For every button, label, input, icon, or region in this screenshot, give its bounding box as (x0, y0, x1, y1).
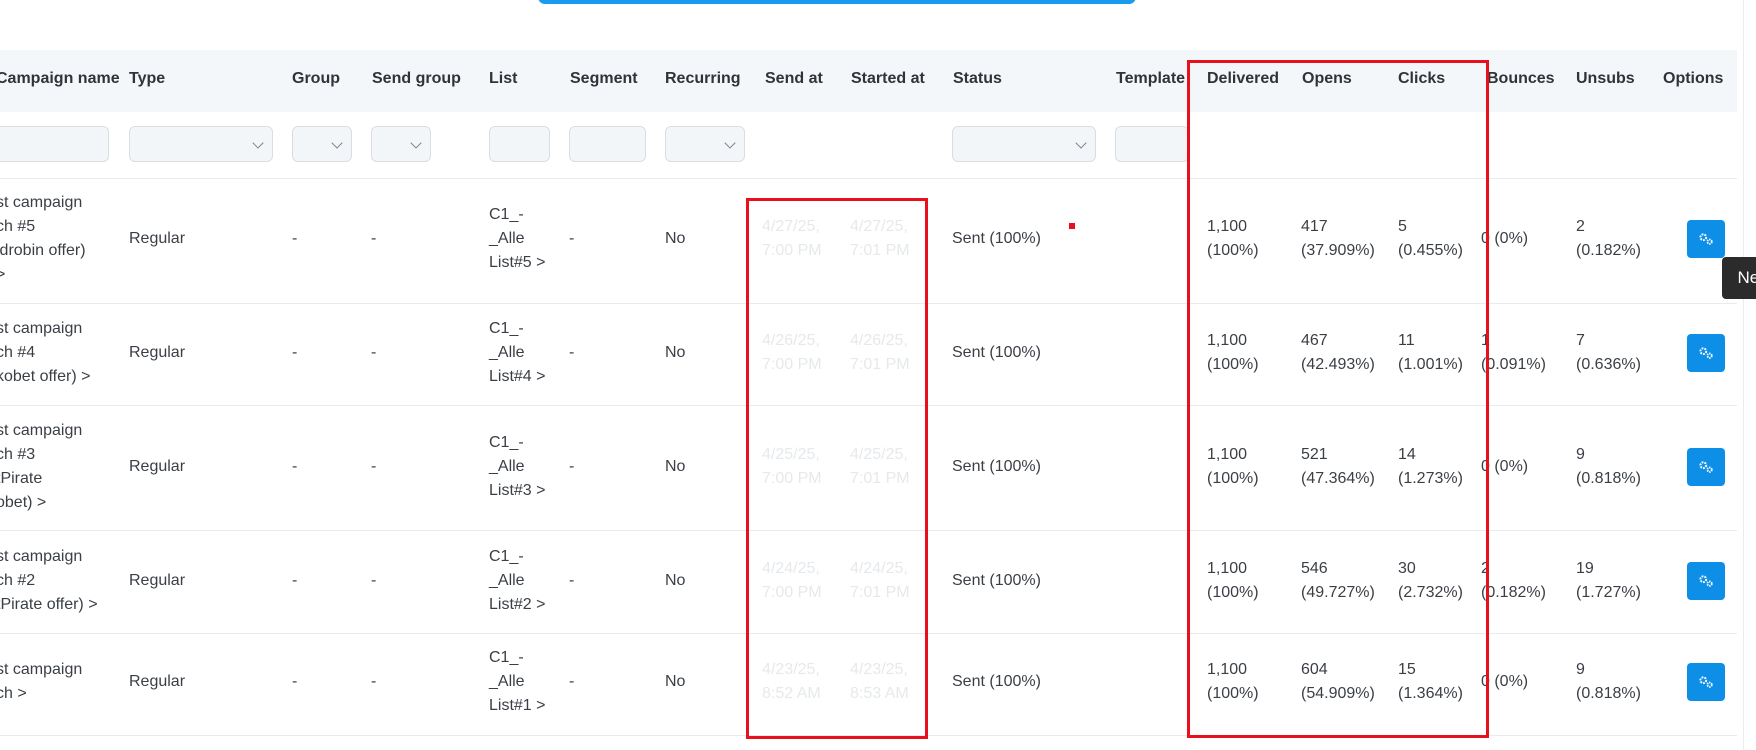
list-link[interactable]: C1_- _Alle List#1 > (489, 646, 545, 718)
col-unsubs[interactable]: Unsubs (1576, 70, 1635, 88)
primary-action-bar[interactable] (538, 0, 1136, 4)
col-send-group[interactable]: Send group (372, 70, 461, 88)
unsubs-cell: 9 (0.818%) (1576, 446, 1641, 487)
bounces-cell: 1 (0.091%) (1481, 332, 1546, 373)
col-template[interactable]: Template (1116, 70, 1185, 88)
segment-cell: - (569, 458, 575, 475)
filter-type-select[interactable] (129, 126, 273, 162)
filter-list[interactable] (489, 126, 550, 162)
highlight-box-metrics (1187, 60, 1489, 738)
group-cell: - (292, 673, 298, 690)
status-cell: Sent (100%) (952, 673, 1041, 690)
send-group-cell: - (371, 230, 377, 247)
type-cell: Regular (129, 230, 186, 247)
campaign-name-link[interactable]: st campaign ch #5 ldrobin offer) > (0, 191, 86, 287)
list-link[interactable]: C1_- _Alle List#4 > (489, 317, 545, 389)
list-link[interactable]: C1_- _Alle List#5 > (489, 203, 545, 275)
recurring-cell: No (665, 572, 686, 589)
filter-status-select[interactable] (952, 126, 1096, 162)
group-cell: - (292, 572, 298, 589)
annotation-dot (1069, 223, 1075, 229)
gears-icon (1699, 575, 1713, 587)
col-list[interactable]: List (489, 70, 517, 88)
filter-group-select[interactable] (292, 126, 352, 162)
col-send-at[interactable]: Send at (765, 70, 823, 88)
status-cell: Sent (100%) (952, 344, 1041, 361)
group-cell: - (292, 344, 298, 361)
gears-icon (1699, 347, 1713, 359)
gears-icon (1699, 676, 1713, 688)
status-cell: Sent (100%) (952, 572, 1041, 589)
recurring-cell: No (665, 230, 686, 247)
recurring-cell: No (665, 673, 686, 690)
unsubs-cell: 19 (1.727%) (1576, 560, 1641, 601)
group-cell: - (292, 230, 298, 247)
segment-cell: - (569, 230, 575, 247)
col-recurring[interactable]: Recurring (665, 70, 741, 88)
bounces-cell: 2 (0.182%) (1481, 560, 1546, 601)
options-button[interactable] (1687, 562, 1725, 600)
send-group-cell: - (371, 344, 377, 361)
status-cell: Sent (100%) (952, 458, 1041, 475)
campaign-name-link[interactable]: st campaign ch #3 tPirate obet) > (0, 419, 82, 515)
recurring-cell: No (665, 458, 686, 475)
send-group-cell: - (371, 458, 377, 475)
status-cell: Sent (100%) (952, 230, 1041, 247)
campaign-name-link[interactable]: st campaign ch > (0, 658, 82, 706)
campaign-name-link[interactable]: st campaign ch #4 kobet offer) > (0, 317, 90, 389)
type-cell: Regular (129, 572, 186, 589)
unsubs-cell: 2 (0.182%) (1576, 218, 1641, 259)
filter-send-group-select[interactable] (371, 126, 431, 162)
highlight-box-send-times (746, 198, 928, 739)
options-button[interactable] (1687, 448, 1725, 486)
col-group[interactable]: Group (292, 70, 340, 88)
gears-icon (1699, 233, 1713, 245)
recurring-cell: No (665, 344, 686, 361)
col-type[interactable]: Type (129, 70, 165, 88)
campaign-name-link[interactable]: st campaign ch #2 tPirate offer) > (0, 545, 98, 617)
scrollbar[interactable] (1743, 0, 1756, 750)
segment-cell: - (569, 673, 575, 690)
type-cell: Regular (129, 344, 186, 361)
col-campaign-name[interactable]: Campaign name (0, 70, 120, 88)
list-link[interactable]: C1_- _Alle List#2 > (489, 545, 545, 617)
col-bounces[interactable]: Bounces (1487, 70, 1555, 88)
col-segment[interactable]: Segment (570, 70, 638, 88)
send-group-cell: - (371, 673, 377, 690)
col-options: Options (1663, 70, 1724, 87)
type-cell: Regular (129, 458, 186, 475)
filter-segment[interactable] (569, 126, 646, 162)
group-cell: - (292, 458, 298, 475)
options-button[interactable] (1687, 334, 1725, 372)
list-link[interactable]: C1_- _Alle List#3 > (489, 431, 545, 503)
send-group-cell: - (371, 572, 377, 589)
filter-recurring-select[interactable] (665, 126, 745, 162)
next-tooltip: Next (1722, 257, 1756, 299)
unsubs-cell: 9 (0.818%) (1576, 661, 1641, 702)
options-button[interactable] (1687, 220, 1725, 258)
segment-cell: - (569, 572, 575, 589)
col-started-at[interactable]: Started at (851, 70, 925, 88)
unsubs-cell: 7 (0.636%) (1576, 332, 1641, 373)
filter-template[interactable] (1115, 126, 1189, 162)
filter-campaign-name[interactable] (0, 126, 109, 162)
type-cell: Regular (129, 673, 186, 690)
col-status[interactable]: Status (953, 70, 1002, 88)
options-button[interactable] (1687, 663, 1725, 701)
segment-cell: - (569, 344, 575, 361)
gears-icon (1699, 461, 1713, 473)
